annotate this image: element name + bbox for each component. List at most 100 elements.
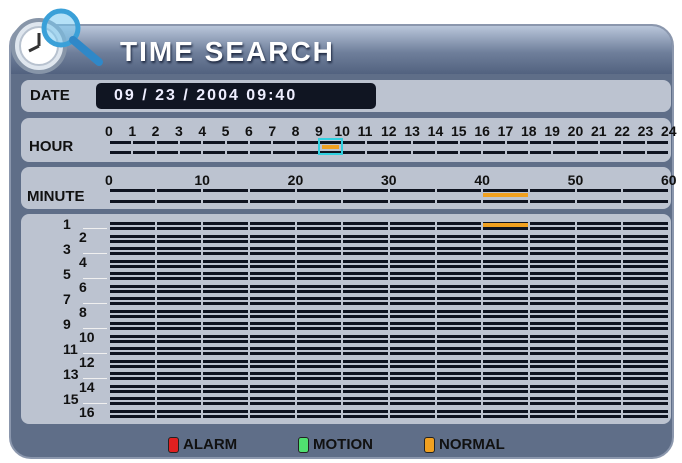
date-row: DATE 09 / 23 / 2004 09:40 [21,80,671,112]
channel-track-segment [156,322,202,325]
channel-track-segment [436,352,482,355]
channel-track-segment [390,259,435,263]
channel-track-segment [156,364,202,368]
channel-track-segment [576,284,622,288]
channel-track-segment [203,252,248,255]
channel-track-segment [296,302,342,305]
channel-track-segment [203,414,248,418]
hour-cursor[interactable] [318,138,344,155]
channel-track-segment [483,327,528,330]
channel-track-segment [296,384,342,388]
channel-track-segment [296,364,342,368]
minute-track-segment [203,200,248,203]
channel-track-segment [343,352,388,355]
channel-track-segment [530,339,575,343]
channel-track-segment [530,402,575,405]
channel-track-segment [623,384,668,388]
channel-track-segment [576,297,622,300]
hour-track-segment [366,151,388,154]
channel-track-segment [250,364,295,368]
channel-track-segment [576,247,622,250]
channel-track-segment [343,359,388,363]
channel-label: 15 [63,391,79,407]
hour-track-segment [646,141,668,144]
channel-track-segment [530,409,575,413]
date-label: DATE [30,87,70,104]
channel-track-segment [623,377,668,380]
channel-track-segment [203,389,248,393]
channel-track-segment [530,227,575,230]
hour-track-segment [553,151,575,154]
hour-tick-label: 12 [381,123,397,139]
channel-track-segment [530,314,575,318]
minute-track-segment [623,189,668,192]
channel-track-segment [343,322,388,325]
legend-alarm-label: ALARM [183,436,238,453]
channel-track-segment [203,222,248,225]
date-time-field[interactable]: 09 / 23 / 2004 09:40 [96,83,376,109]
hour-tick-label: 13 [404,123,420,139]
channel-track-segment [436,264,482,268]
channel-track-segment [250,397,295,400]
hour-tick-label: 1 [128,123,137,139]
channel-track-segment [156,222,202,225]
minute-track-segment [390,200,435,203]
channel-track-segment [203,284,248,288]
channel-track-segment [296,347,342,350]
channel-track-segment [623,284,668,288]
channel-track-segment [483,309,528,313]
channel-track-segment [156,289,202,293]
hour-tick-label: 21 [591,123,607,139]
hour-track-segment [623,151,645,154]
channel-track-segment [110,297,155,300]
channel-track-segment [530,272,575,275]
hour-tick-label: 6 [245,123,253,139]
channel-track-segment [156,347,202,350]
channel-track-segment [343,277,388,280]
channel-label: 13 [63,366,79,382]
hour-track-segment [576,141,598,144]
channel-track-segment [203,377,248,380]
channel-track-segment [343,314,388,318]
channel-track-segment [250,352,295,355]
channel-track-segment [436,389,482,393]
channel-track-segment [576,277,622,280]
channel-track-segment [203,272,248,275]
channel-track-segment [203,339,248,343]
channel-track-segment [296,397,342,400]
channel-track-segment [203,347,248,350]
hour-track-segment [506,151,528,154]
channel-track-segment [343,347,388,350]
channel-track-segment [436,409,482,413]
minute-track-segment [110,200,155,203]
channel-track-segment [623,327,668,330]
channel-track-segment [110,222,155,225]
channel-track-segment [110,247,155,250]
minute-track-segment [296,200,342,203]
hour-track-segment [390,151,412,154]
channel-track-segment [530,234,575,238]
channel-label: 12 [79,353,95,370]
channel-track-segment [296,289,342,293]
channel-track-segment [203,359,248,363]
channel-track-segment [483,289,528,293]
hour-tick-label: 14 [427,123,444,139]
channel-track-segment [390,234,435,238]
hour-tick-label: 9 [315,123,323,139]
minute-track-segment [483,200,528,203]
hour-tick-label: 22 [614,123,630,139]
hour-row: HOUR 0 1 2 3 4 5 6 7 8 9 10 11 12 13 14 15 16 17 18 19 20 21 2… [21,118,677,162]
channel-track-segment [250,372,295,375]
channel-track-segment [110,352,155,355]
channel-track-segment [203,277,248,280]
minute-tick-label: 40 [474,172,490,188]
channel-track-segment [296,339,342,343]
channel-track-segment [436,322,482,325]
channel-track-segment [203,352,248,355]
channel-track-segment [623,264,668,268]
channel-track-segment [576,359,622,363]
channel-track-segment [156,327,202,330]
channel-track-segment [436,239,482,243]
channel-track-segment [623,334,668,338]
hour-track-segment [483,141,505,144]
